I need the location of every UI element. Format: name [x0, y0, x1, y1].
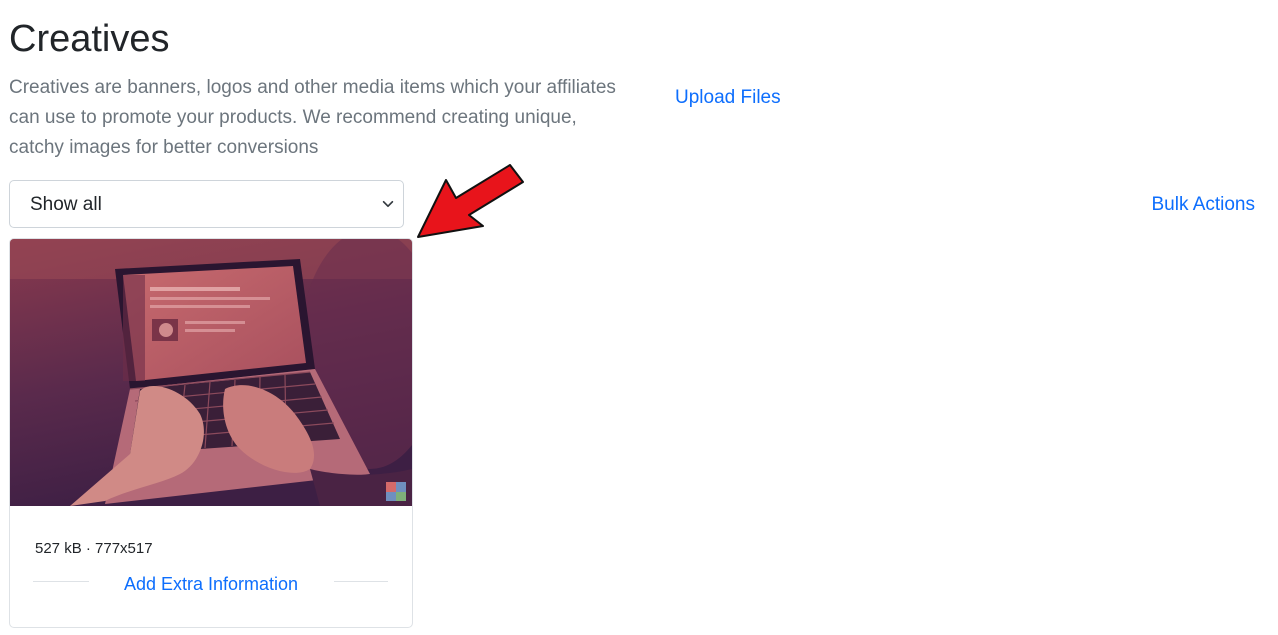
creative-thumbnail[interactable]	[10, 239, 412, 506]
page-title: Creatives	[9, 18, 170, 60]
creative-file-meta: 527 kB · 777x517	[35, 540, 153, 557]
add-extra-information-link[interactable]: Add Extra Information	[10, 572, 412, 596]
bulk-actions-link[interactable]: Bulk Actions	[1152, 192, 1256, 218]
filter-select[interactable]: Show all	[9, 180, 404, 228]
creatives-page: Creatives Creatives are banners, logos a…	[0, 0, 1278, 635]
upload-files-link[interactable]: Upload Files	[675, 85, 781, 111]
red-arrow-icon	[417, 164, 524, 238]
filter-select-value: Show all	[30, 194, 102, 215]
creative-card[interactable]: 527 kB · 777x517 Add Extra Information	[9, 238, 413, 628]
page-description: Creatives are banners, logos and other m…	[9, 77, 616, 158]
divider	[334, 581, 388, 582]
chevron-down-icon	[382, 200, 394, 208]
